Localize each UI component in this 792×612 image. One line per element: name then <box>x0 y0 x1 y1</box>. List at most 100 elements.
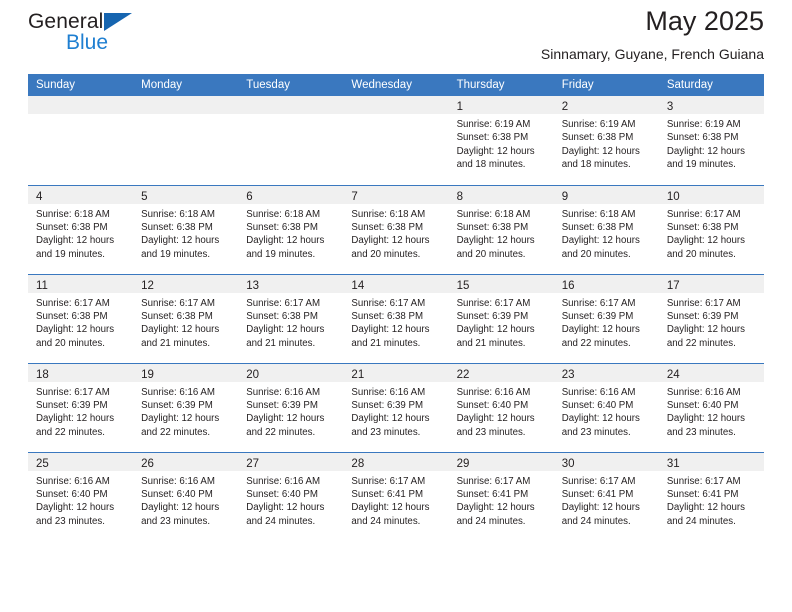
day-detail-line: Sunrise: 6:17 AM <box>456 475 531 487</box>
calendar-day-cell[interactable]: 26 Sunrise: 6:16 AM Sunset: 6:40 PM Dayligh… <box>133 451 239 541</box>
day-detail-line: Daylight: 12 hours <box>666 145 745 157</box>
calendar-day-cell[interactable]: 17 Sunrise: 6:17 AM Sunset: 6:39 PM Dayligh… <box>658 273 764 363</box>
calendar-day-cell[interactable]: 14 Sunrise: 6:17 AM Sunset: 6:38 PM Dayligh… <box>343 273 449 363</box>
calendar-day-cell[interactable]: 21 Sunrise: 6:16 AM Sunset: 6:39 PM Dayligh… <box>343 362 449 452</box>
day-detail-text: Sunrise: 6:16 AM Sunset: 6:40 PM Daylight:… <box>554 382 659 440</box>
calendar-day-cell-empty <box>238 96 344 185</box>
day-detail-line: Sunset: 6:40 PM <box>36 488 108 500</box>
day-detail-line: Sunrise: 6:17 AM <box>666 297 741 309</box>
calendar-day-cell[interactable]: 25 Sunrise: 6:16 AM Sunset: 6:40 PM Dayligh… <box>28 451 134 541</box>
day-detail-line: Sunset: 6:41 PM <box>351 488 424 500</box>
calendar-day-cell[interactable]: 13 Sunrise: 6:17 AM Sunset: 6:38 PM Dayligh… <box>238 273 344 363</box>
brand-logo[interactable]: General Blue <box>28 10 168 62</box>
day-number: 6 <box>246 190 253 203</box>
calendar-day-cell[interactable]: 6 Sunrise: 6:18 AM Sunset: 6:38 PM Daylight… <box>238 184 344 274</box>
day-detail-line: Sunset: 6:38 PM <box>246 221 318 233</box>
day-detail-line: Sunrise: 6:17 AM <box>561 475 636 487</box>
calendar-day-cell[interactable]: 19 Sunrise: 6:16 AM Sunset: 6:39 PM Dayligh… <box>133 362 239 452</box>
day-detail-line: Sunset: 6:38 PM <box>141 310 213 322</box>
calendar-day-cell[interactable]: 28 Sunrise: 6:17 AM Sunset: 6:41 PM Dayligh… <box>343 451 449 541</box>
day-detail-line: and 22 minutes. <box>561 337 631 349</box>
calendar-day-cell[interactable]: 30 Sunrise: 6:17 AM Sunset: 6:41 PM Dayligh… <box>553 451 659 541</box>
calendar-day-cell[interactable]: 4 Sunrise: 6:18 AM Sunset: 6:38 PM Daylight… <box>28 184 134 274</box>
day-number-band: 20 <box>238 364 344 382</box>
day-detail-line: Daylight: 12 hours <box>246 413 325 425</box>
day-detail-line: Sunset: 6:41 PM <box>666 488 739 500</box>
weekday-header-sunday: Sunday <box>28 74 134 96</box>
calendar-day-cell[interactable]: 7 Sunrise: 6:18 AM Sunset: 6:38 PM Daylight… <box>343 184 449 274</box>
day-detail-line: and 22 minutes. <box>141 426 211 438</box>
day-detail-text: Sunrise: 6:19 AM Sunset: 6:38 PM Daylight:… <box>554 114 659 172</box>
day-detail-line: Sunset: 6:40 PM <box>141 488 213 500</box>
calendar-day-cell[interactable]: 8 Sunrise: 6:18 AM Sunset: 6:38 PM Daylight… <box>448 184 554 274</box>
calendar-day-cell[interactable]: 29 Sunrise: 6:17 AM Sunset: 6:41 PM Dayligh… <box>448 451 554 541</box>
calendar-day-cell[interactable]: 31 Sunrise: 6:17 AM Sunset: 6:41 PM Dayligh… <box>658 451 764 541</box>
day-number-band: 26 <box>133 453 239 471</box>
day-detail-line: and 24 minutes. <box>666 515 736 527</box>
day-detail-line: Sunset: 6:40 PM <box>666 399 739 411</box>
day-number: 26 <box>141 457 154 470</box>
page-title: May 2025 <box>645 6 764 36</box>
day-number-band: 23 <box>553 364 659 382</box>
calendar-day-cell[interactable]: 15 Sunrise: 6:17 AM Sunset: 6:39 PM Dayligh… <box>448 273 554 363</box>
day-number-band: 21 <box>343 364 449 382</box>
day-detail-line: and 22 minutes. <box>246 426 316 438</box>
day-detail-line: Sunset: 6:41 PM <box>456 488 529 500</box>
day-detail-line: Sunset: 6:38 PM <box>141 221 213 233</box>
day-detail-line: Sunrise: 6:19 AM <box>561 119 636 130</box>
blue-triangle-icon <box>104 13 132 31</box>
calendar-day-cell[interactable]: 9 Sunrise: 6:18 AM Sunset: 6:38 PM Daylight… <box>553 184 659 274</box>
day-detail-line: and 21 minutes. <box>246 337 316 349</box>
calendar-day-cell[interactable]: 12 Sunrise: 6:17 AM Sunset: 6:38 PM Dayligh… <box>133 273 239 363</box>
day-detail-line: Daylight: 12 hours <box>36 235 115 247</box>
day-detail-line: and 21 minutes. <box>351 337 421 349</box>
calendar-day-cell[interactable]: 16 Sunrise: 6:17 AM Sunset: 6:39 PM Dayligh… <box>553 273 659 363</box>
day-detail-text: Sunrise: 6:17 AM Sunset: 6:41 PM Daylight:… <box>554 471 659 529</box>
day-number: 2 <box>561 101 569 113</box>
day-number: 1 <box>456 101 463 113</box>
day-detail-text: Sunrise: 6:17 AM Sunset: 6:38 PM Daylight:… <box>659 204 764 262</box>
day-detail-line: Daylight: 12 hours <box>666 235 745 247</box>
calendar-day-cell[interactable]: 18 Sunrise: 6:17 AM Sunset: 6:39 PM Dayligh… <box>28 362 134 452</box>
day-number: 9 <box>561 190 569 203</box>
day-detail-line: and 21 minutes. <box>141 337 211 349</box>
day-number-band: 9 <box>553 186 659 204</box>
calendar-day-cell[interactable]: 24 Sunrise: 6:16 AM Sunset: 6:40 PM Dayligh… <box>658 362 764 452</box>
calendar-week-row: 25 Sunrise: 6:16 AM Sunset: 6:40 PM Dayligh… <box>28 451 764 541</box>
calendar-day-cell[interactable]: 10 Sunrise: 6:17 AM Sunset: 6:38 PM Dayligh… <box>658 184 764 274</box>
brand-name-bottom: Blue <box>66 31 109 54</box>
day-number-band: 2 <box>553 96 659 114</box>
day-detail-text <box>133 114 238 118</box>
day-detail-line: Sunrise: 6:16 AM <box>141 386 215 398</box>
day-number: 5 <box>141 190 148 203</box>
day-detail-line: Sunrise: 6:17 AM <box>456 297 531 309</box>
day-detail-line: Sunset: 6:38 PM <box>351 310 424 322</box>
day-detail-line: and 23 minutes. <box>456 426 526 438</box>
day-detail-line: and 18 minutes. <box>456 159 526 171</box>
day-detail-line: Daylight: 12 hours <box>351 324 430 336</box>
day-number: 15 <box>456 279 470 292</box>
day-detail-line: and 23 minutes. <box>351 426 421 438</box>
calendar-day-cell[interactable]: 1 Sunrise: 6:19 AM Sunset: 6:38 PM Daylight… <box>448 96 554 185</box>
day-detail-line: Daylight: 12 hours <box>561 145 640 157</box>
calendar-day-cell[interactable]: 11 Sunrise: 6:17 AM Sunset: 6:38 PM Dayligh… <box>28 273 134 363</box>
weekday-header-wednesday: Wednesday <box>343 74 449 96</box>
day-detail-text: Sunrise: 6:17 AM Sunset: 6:41 PM Daylight:… <box>343 471 448 529</box>
day-detail-line: Daylight: 12 hours <box>456 502 535 514</box>
calendar-day-cell[interactable]: 2 Sunrise: 6:19 AM Sunset: 6:38 PM Daylight… <box>553 96 659 185</box>
day-detail-line: Daylight: 12 hours <box>141 502 220 514</box>
day-number: 17 <box>666 279 680 292</box>
day-detail-text: Sunrise: 6:17 AM Sunset: 6:39 PM Daylight:… <box>28 382 133 440</box>
calendar-day-cell[interactable]: 3 Sunrise: 6:19 AM Sunset: 6:38 PM Daylight… <box>658 96 764 185</box>
calendar-day-cell[interactable]: 22 Sunrise: 6:16 AM Sunset: 6:40 PM Dayligh… <box>448 362 554 452</box>
calendar-day-cell[interactable]: 5 Sunrise: 6:18 AM Sunset: 6:38 PM Daylight… <box>133 184 239 274</box>
calendar-day-cell[interactable]: 23 Sunrise: 6:16 AM Sunset: 6:40 PM Dayligh… <box>553 362 659 452</box>
day-detail-line: Daylight: 12 hours <box>246 502 325 514</box>
day-number-band <box>28 96 134 114</box>
calendar-day-cell[interactable]: 20 Sunrise: 6:16 AM Sunset: 6:39 PM Dayligh… <box>238 362 344 452</box>
day-number-band: 17 <box>658 275 764 293</box>
day-detail-line: Sunrise: 6:16 AM <box>36 475 110 487</box>
day-detail-text: Sunrise: 6:16 AM Sunset: 6:39 PM Daylight:… <box>133 382 238 440</box>
calendar-day-cell[interactable]: 27 Sunrise: 6:16 AM Sunset: 6:40 PM Dayligh… <box>238 451 344 541</box>
day-number: 21 <box>351 368 365 381</box>
